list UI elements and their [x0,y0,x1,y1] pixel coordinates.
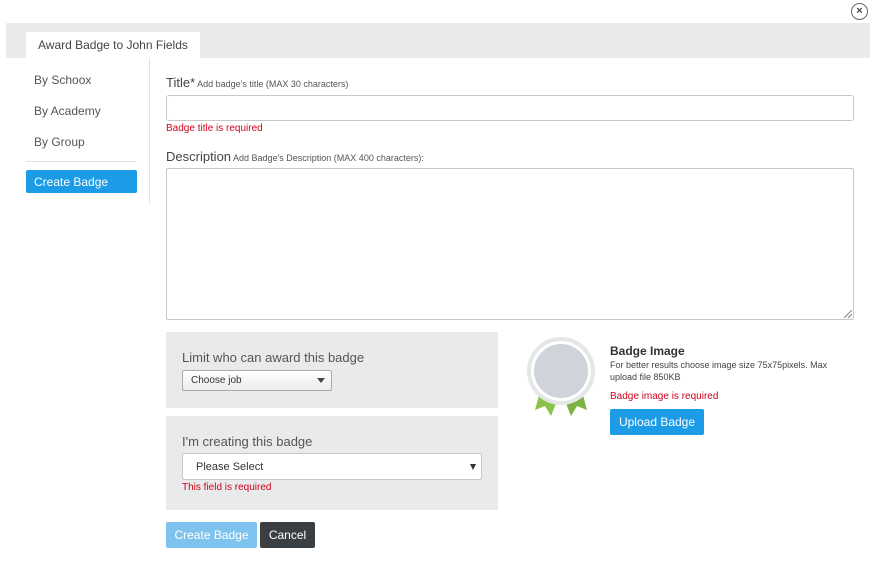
creator-panel: I'm creating this badge Please Select Th… [166,416,498,510]
upload-badge-button[interactable]: Upload Badge [610,409,704,435]
description-hint: Add Badge's Description (MAX 400 charact… [233,153,424,163]
title-hint: Add badge's title (MAX 30 characters) [197,79,349,89]
creator-select-value: Please Select [196,460,264,473]
sidebar-item-by-schoox[interactable]: By Schoox [34,73,91,87]
badge-image-hint: For better results choose image size 75x… [610,360,828,382]
badge-image-heading: Badge Image [610,344,685,358]
title-label: Title* Add badge's title (MAX 30 characte… [166,75,348,90]
sidebar: By Schoox By Academy By Group Create Bad… [26,58,150,204]
description-label-text: Description [166,149,232,164]
chevron-down-icon [317,378,325,383]
limit-award-panel: Limit who can award this badge Choose jo… [166,332,498,408]
creator-title: I'm creating this badge [182,434,313,449]
dropdown-arrow-icon [470,464,476,470]
sidebar-item-by-group[interactable]: By Group [34,135,85,149]
badge-title-input[interactable] [166,95,854,121]
creator-error: This field is required [182,482,272,493]
sidebar-divider [26,161,137,162]
dialog-header: Award Badge to John Fields [6,23,870,58]
tab-award-badge[interactable]: Award Badge to John Fields [26,32,200,58]
badge-image-error: Badge image is required [610,391,719,402]
create-badge-button[interactable]: Create Badge [166,522,257,548]
title-label-text: Title* [166,75,196,90]
sidebar-item-create-badge[interactable]: Create Badge [26,170,137,193]
choose-job-value: Choose job [191,375,242,386]
sidebar-item-by-academy[interactable]: By Academy [34,104,101,118]
badge-placeholder-icon [527,337,595,416]
resize-grip-icon[interactable] [844,310,852,318]
creator-select[interactable]: Please Select [182,453,482,480]
title-error: Badge title is required [166,123,263,134]
close-icon[interactable]: × [851,3,868,20]
cancel-button[interactable]: Cancel [260,522,315,548]
choose-job-select[interactable]: Choose job [182,370,332,391]
limit-award-title: Limit who can award this badge [182,350,365,365]
badge-description-textarea[interactable] [166,168,854,320]
description-label: Description Add Badge's Description (MAX … [166,149,424,164]
